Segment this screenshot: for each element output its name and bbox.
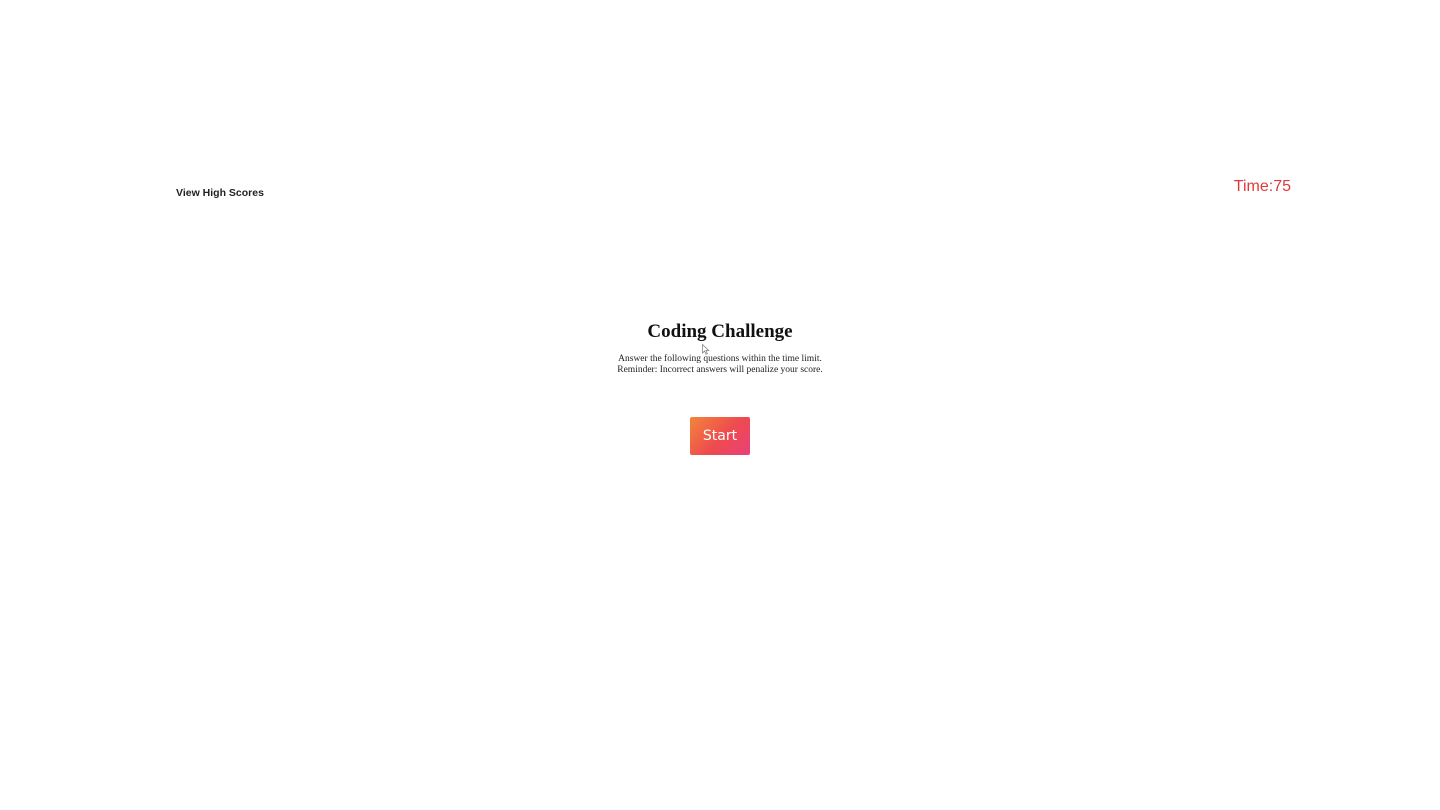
page-title: Coding Challenge [647, 321, 793, 342]
timer-display: Time:75 [1233, 178, 1291, 195]
instructions: Answer the following questions within th… [0, 354, 1440, 376]
start-button[interactable]: Start [690, 417, 750, 455]
intro-section: Coding Challenge Answer the following qu… [0, 319, 1440, 376]
instructions-line-1: Answer the following questions within th… [618, 354, 822, 364]
instructions-line-2: Reminder: Incorrect answers will penaliz… [617, 365, 823, 375]
view-high-scores-link[interactable]: View High Scores [176, 187, 264, 199]
mouse-pointer-icon [702, 344, 710, 355]
